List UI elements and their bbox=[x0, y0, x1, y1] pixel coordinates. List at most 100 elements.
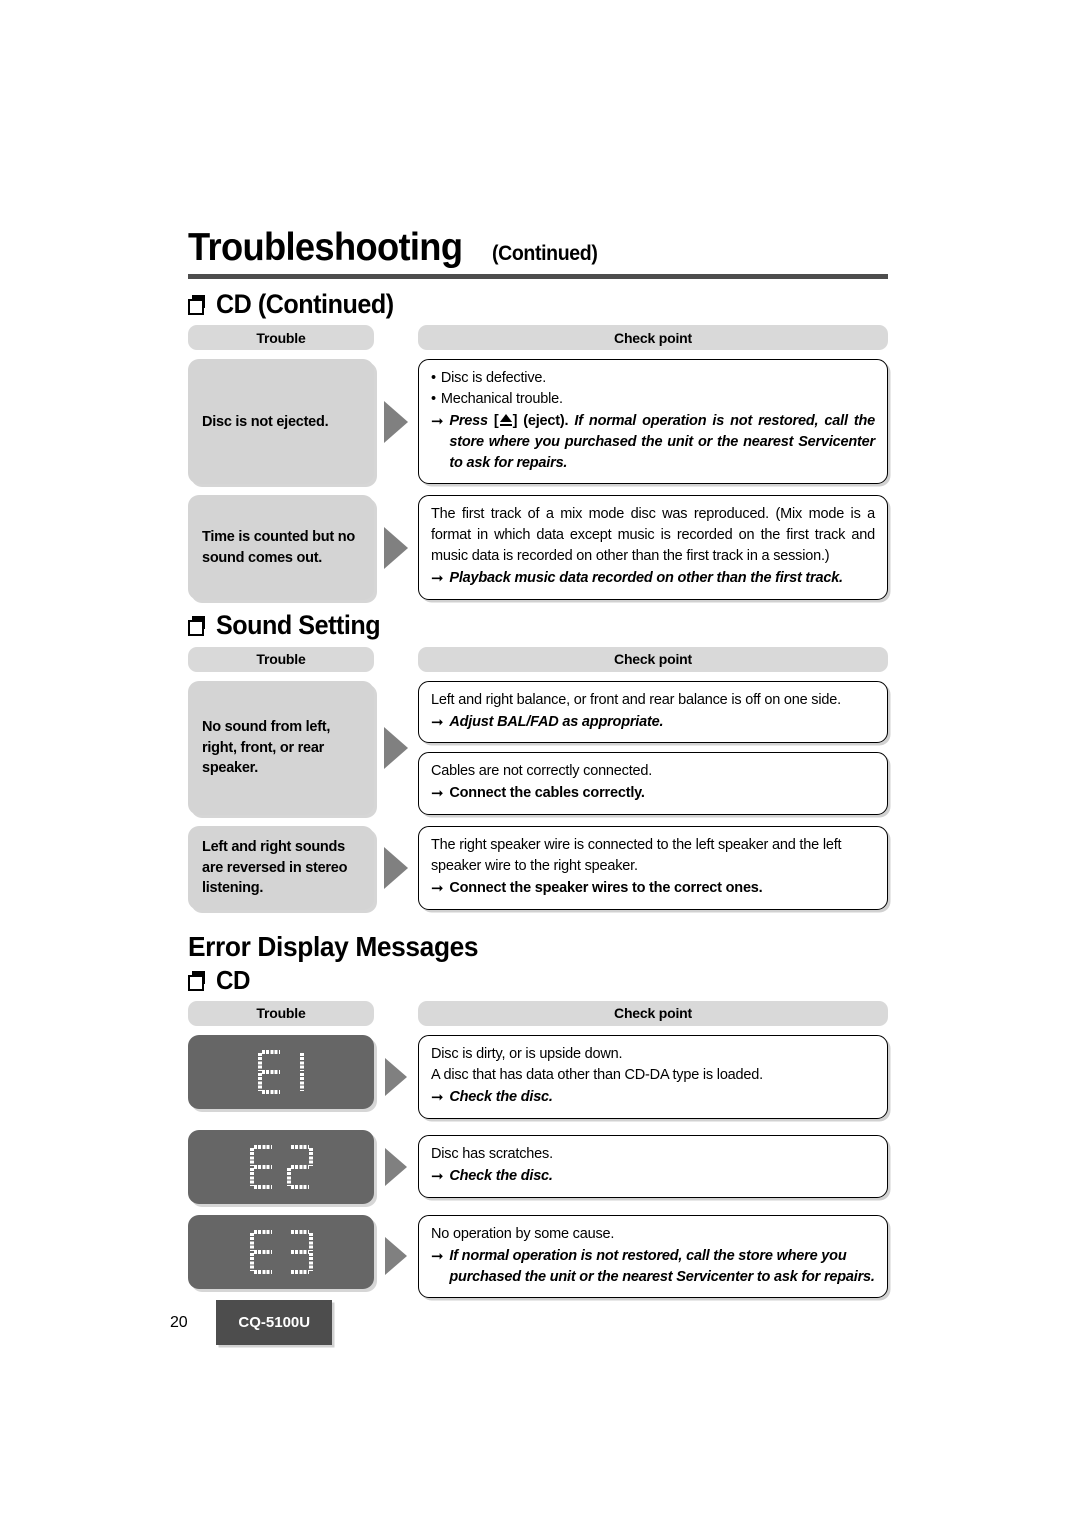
check-point-cell: No operation by some cause. ➞ If normal … bbox=[418, 1214, 888, 1298]
table-row: No operation by some cause. ➞ If normal … bbox=[188, 1214, 888, 1298]
page-title: Troubleshooting (Continued) bbox=[188, 228, 888, 267]
column-headers: Trouble Check point bbox=[188, 325, 888, 351]
flow-arrow-cell bbox=[374, 495, 418, 600]
seven-segment-digit-E bbox=[249, 1144, 276, 1189]
arrow-right-icon: ➞ bbox=[431, 413, 444, 431]
check-point-line: No operation by some cause. bbox=[431, 1225, 615, 1242]
flow-arrow-cell bbox=[374, 359, 418, 484]
trouble-cell: Time is counted but no sound comes out. bbox=[188, 495, 374, 601]
section-heading-sound-setting: Sound Setting bbox=[188, 610, 888, 641]
page-number: 20 bbox=[170, 1313, 188, 1331]
action-item: ➞ Connect the speaker wires to the corre… bbox=[431, 878, 875, 900]
action-text: Check the disc. bbox=[449, 1089, 553, 1105]
section-heading-error-cd: CD bbox=[188, 966, 888, 994]
trouble-cell: Disc is not ejected. bbox=[188, 359, 374, 485]
check-point-body: The first track of a mix mode disc was r… bbox=[431, 506, 875, 565]
arrow-right-icon: ➞ bbox=[431, 570, 444, 588]
table-row: Left and right sounds are reversed in st… bbox=[188, 826, 888, 910]
action-item: ➞ Adjust BAL/FAD as appropriate. bbox=[431, 712, 875, 734]
triangle-right-icon bbox=[384, 526, 408, 569]
trouble-cell: Left and right sounds are reversed in st… bbox=[188, 826, 374, 910]
seven-segment-digit-3 bbox=[287, 1229, 313, 1274]
table-row: No sound from left, right, front, or rea… bbox=[188, 680, 888, 816]
error-code-display bbox=[188, 1214, 374, 1289]
check-point-line: A disc that has data other than CD-DA ty… bbox=[431, 1066, 763, 1083]
column-header-check-point: Check point bbox=[418, 325, 888, 351]
action-press-label: Press bbox=[449, 413, 488, 430]
error-code-display bbox=[188, 1034, 374, 1109]
flow-arrow-cell bbox=[374, 1215, 418, 1298]
page-footer: 20 CQ-5100U bbox=[170, 1300, 333, 1345]
action-item: ➞ Connect the cables correctly. bbox=[431, 783, 875, 805]
bullet-text: Mechanical trouble. bbox=[440, 391, 563, 408]
triangle-right-icon bbox=[384, 726, 408, 769]
flow-arrow-cell bbox=[374, 1130, 418, 1204]
action-text: Adjust BAL/FAD as appropriate. bbox=[449, 713, 664, 730]
flow-arrow-cell bbox=[374, 681, 418, 816]
action-text: Connect the cables correctly. bbox=[449, 785, 645, 802]
action-item: ➞ Check the disc. bbox=[431, 1087, 875, 1109]
seven-segment-display bbox=[249, 1229, 313, 1274]
seven-segment-digit-E bbox=[249, 1229, 276, 1274]
bullet-item: • Disc is defective. bbox=[431, 368, 875, 389]
square-stack-icon bbox=[188, 970, 207, 991]
triangle-right-icon bbox=[385, 1057, 407, 1096]
arrow-right-icon: ➞ bbox=[431, 713, 444, 731]
check-point-line: Disc has scratches. bbox=[431, 1146, 553, 1163]
action-item: ➞ If normal operation is not restored, c… bbox=[431, 1246, 875, 1288]
check-point-body: The right speaker wire is connected to t… bbox=[431, 837, 842, 875]
column-header-check-point: Check point bbox=[418, 646, 888, 672]
column-header-trouble: Trouble bbox=[188, 1000, 374, 1026]
action-text: If normal operation is not restored, cal… bbox=[449, 1247, 875, 1285]
seven-segment-digit-2 bbox=[286, 1144, 313, 1189]
check-point-cell: The first track of a mix mode disc was r… bbox=[418, 495, 888, 601]
page-content: Troubleshooting (Continued) CD (Continue… bbox=[188, 228, 888, 1309]
bullet-dot: • bbox=[431, 370, 436, 387]
section-title: Sound Setting bbox=[216, 610, 381, 641]
model-badge: CQ-5100U bbox=[216, 1300, 333, 1345]
action-text: Check the disc. bbox=[449, 1168, 553, 1185]
page-title-continued: (Continued) bbox=[491, 242, 598, 265]
column-header-check-point: Check point bbox=[418, 1000, 888, 1026]
arrow-right-icon: ➞ bbox=[431, 785, 444, 803]
square-stack-icon bbox=[188, 615, 207, 636]
check-point-line: Disc is dirty, or is upside down. bbox=[431, 1045, 623, 1062]
page-title-main: Troubleshooting bbox=[188, 226, 463, 269]
column-headers: Trouble Check point bbox=[188, 646, 888, 672]
check-point-body: Left and right balance, or front and rea… bbox=[431, 691, 841, 708]
check-point-box: The first track of a mix mode disc was r… bbox=[418, 495, 888, 601]
check-point-box: Disc is dirty, or is upside down. A disc… bbox=[418, 1034, 888, 1119]
action-text: Playback music data recorded on other th… bbox=[449, 570, 843, 587]
check-point-cell: • Disc is defective. • Mechanical troubl… bbox=[418, 359, 888, 485]
triangle-right-icon bbox=[384, 846, 408, 889]
error-display-heading: Error Display Messages bbox=[188, 930, 479, 962]
arrow-right-icon: ➞ bbox=[431, 1089, 444, 1106]
check-point-box: No operation by some cause. ➞ If normal … bbox=[418, 1214, 888, 1298]
table-row: Disc has scratches. ➞ Check the disc. bbox=[188, 1129, 888, 1204]
title-divider bbox=[188, 274, 888, 279]
table-row: Time is counted but no sound comes out. … bbox=[188, 495, 888, 601]
arrow-right-icon: ➞ bbox=[431, 880, 444, 898]
check-point-cell: The right speaker wire is connected to t… bbox=[418, 826, 888, 910]
arrow-right-icon: ➞ bbox=[431, 1247, 444, 1265]
check-point-box: Cables are not correctly connected. ➞ Co… bbox=[418, 752, 888, 816]
action-item: ➞ Playback music data recorded on other … bbox=[431, 568, 875, 590]
square-stack-icon bbox=[188, 294, 207, 315]
seven-segment-display bbox=[257, 1049, 305, 1094]
bullet-text: Disc is defective. bbox=[440, 370, 547, 387]
flow-arrow-cell bbox=[374, 1035, 418, 1119]
table-row: Disc is dirty, or is upside down. A disc… bbox=[188, 1034, 888, 1119]
seven-segment-digit-E bbox=[257, 1049, 284, 1094]
action-text: Connect the speaker wires to the correct… bbox=[449, 880, 763, 897]
action-eject-suffix: (eject). bbox=[523, 413, 569, 430]
trouble-cell: No sound from left, right, front, or rea… bbox=[188, 680, 374, 816]
column-headers: Trouble Check point bbox=[188, 1000, 888, 1026]
error-code-display bbox=[188, 1129, 374, 1204]
check-point-box: The right speaker wire is connected to t… bbox=[418, 826, 888, 910]
check-point-cell: Disc is dirty, or is upside down. A disc… bbox=[418, 1034, 888, 1119]
action-item: ➞ Check the disc. bbox=[431, 1166, 875, 1188]
table-row: Disc is not ejected. • Disc is defective… bbox=[188, 359, 888, 485]
column-header-trouble: Trouble bbox=[188, 325, 374, 351]
bullet-item: • Mechanical trouble. bbox=[431, 389, 875, 410]
seven-segment-display bbox=[249, 1144, 313, 1189]
